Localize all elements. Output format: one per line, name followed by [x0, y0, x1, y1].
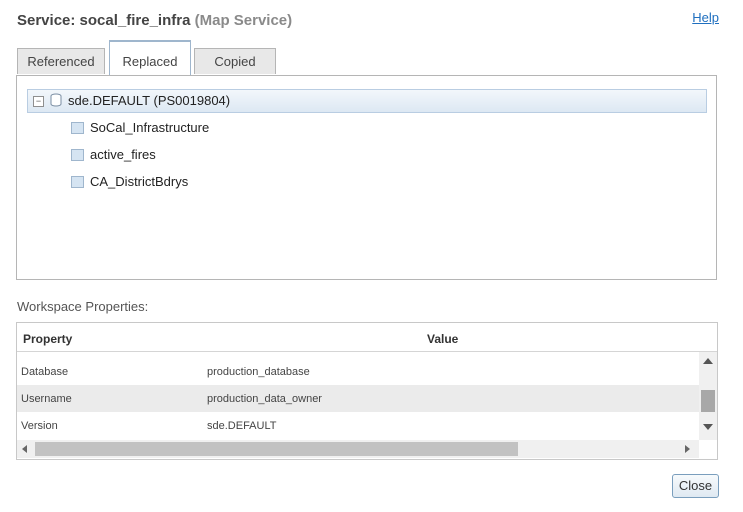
- layer-icon: [71, 122, 84, 134]
- workspace-properties-label: Workspace Properties:: [17, 299, 149, 314]
- scroll-up-icon[interactable]: [703, 358, 713, 364]
- column-header-value[interactable]: Value: [427, 332, 458, 346]
- collapse-icon[interactable]: −: [33, 96, 44, 107]
- value-cell: sde.DEFAULT: [207, 420, 277, 432]
- tab-bar: Referenced Replaced Copied: [17, 40, 717, 75]
- property-cell: Database: [21, 366, 69, 378]
- database-icon: [50, 93, 62, 107]
- layer-icon: [71, 176, 84, 188]
- property-cell: Version: [21, 420, 58, 432]
- properties-table: Property Value Database production_datab…: [16, 322, 718, 460]
- tab-replaced[interactable]: Replaced: [109, 40, 191, 75]
- value-cell: production_database: [207, 366, 310, 378]
- table-row[interactable]: Version sde.DEFAULT: [17, 412, 699, 439]
- scroll-down-icon[interactable]: [703, 424, 713, 430]
- table-row[interactable]: Username production_data_owner: [17, 385, 699, 412]
- horizontal-scrollbar[interactable]: [17, 440, 699, 458]
- horizontal-scroll-thumb[interactable]: [35, 442, 518, 456]
- tree-root-node[interactable]: − sde.DEFAULT (PS0019804): [27, 89, 707, 113]
- tab-copied[interactable]: Copied: [194, 48, 276, 74]
- value-cell: production_data_owner: [207, 393, 322, 405]
- tree-item-label: SoCal_Infrastructure: [90, 120, 210, 135]
- table-row[interactable]: Database production_database: [17, 358, 699, 385]
- vertical-scroll-thumb[interactable]: [701, 390, 715, 412]
- table-header: Property Value: [17, 323, 717, 352]
- tree-item-label: CA_DistrictBdrys: [90, 174, 189, 189]
- service-type: (Map Service): [194, 12, 293, 29]
- tree-item-label: active_fires: [90, 147, 156, 162]
- help-link[interactable]: Help: [692, 10, 719, 25]
- service-name: Service: socal_fire_infra: [17, 12, 191, 29]
- scroll-right-icon[interactable]: [685, 445, 690, 453]
- tree-root-label: sde.DEFAULT (PS0019804): [68, 93, 231, 108]
- vertical-scrollbar[interactable]: [699, 352, 717, 440]
- property-cell: Username: [21, 393, 72, 405]
- layer-icon: [71, 149, 84, 161]
- close-button[interactable]: Close: [672, 474, 719, 498]
- tree-panel: − sde.DEFAULT (PS0019804) SoCal_Infrastr…: [16, 75, 717, 280]
- column-header-property[interactable]: Property: [23, 332, 72, 346]
- scroll-left-icon[interactable]: [22, 445, 27, 453]
- dialog-title: Service: socal_fire_infra (Map Service): [17, 12, 292, 29]
- tab-referenced[interactable]: Referenced: [17, 48, 105, 74]
